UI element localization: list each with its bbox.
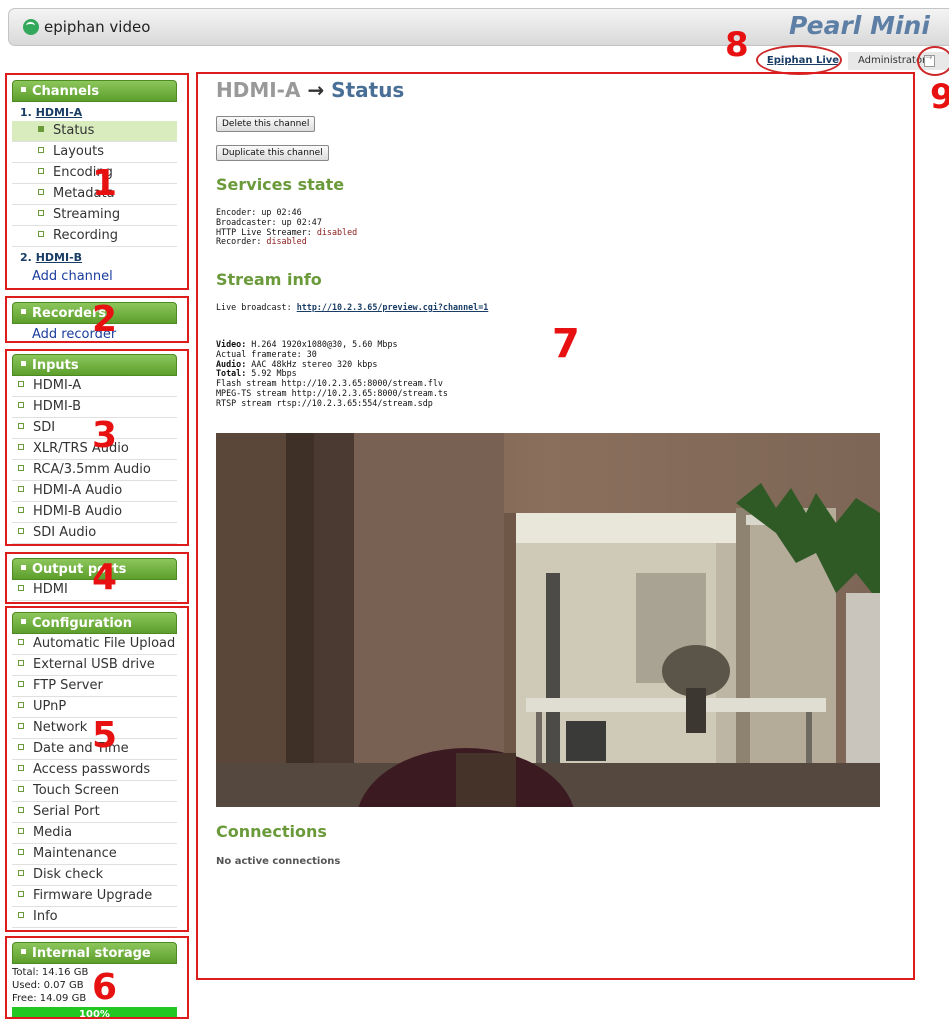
header-bar: epiphan video Pearl Mini: [8, 8, 949, 46]
annotation-ellipse-live: [756, 45, 842, 75]
annotation-number-3: 3: [92, 415, 118, 456]
logo-text: epiphan video: [44, 18, 151, 36]
annotation-number-8: 8: [725, 25, 749, 65]
product-name: Pearl Mini: [789, 11, 930, 40]
annotation-ellipse-logout: [917, 46, 949, 76]
annotation-number-2: 2: [92, 299, 118, 340]
annotation-box-5: [5, 606, 189, 932]
annotation-number-7: 7: [552, 321, 580, 367]
logo[interactable]: epiphan video: [23, 18, 150, 36]
annotation-number-4: 4: [92, 557, 118, 598]
annotation-number-5: 5: [92, 715, 118, 756]
annotation-number-6: 6: [92, 967, 118, 1008]
annotation-box-7: [196, 72, 915, 980]
annotation-number-9: 9: [930, 77, 949, 117]
annotation-number-1: 1: [92, 163, 118, 204]
epiphan-logo-icon: [23, 19, 39, 35]
